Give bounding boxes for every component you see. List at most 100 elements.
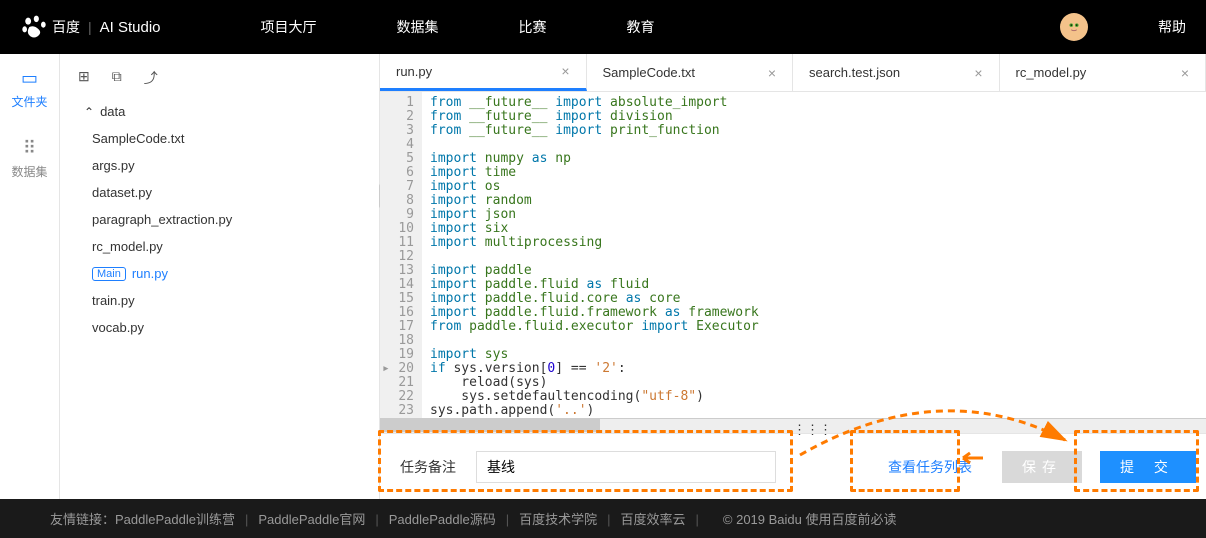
line-number: 4 [380, 138, 414, 152]
rail-files[interactable]: ▭ 文件夹 [0, 54, 59, 124]
footer-link[interactable]: PaddlePaddle源码 [389, 512, 496, 527]
tab-label: rc_model.py [1016, 65, 1087, 80]
line-number: 21 [380, 376, 414, 390]
editor-area: ◀ run.py×SampleCode.txt×search.test.json… [380, 54, 1206, 499]
close-icon[interactable]: × [561, 63, 569, 79]
baidu-paw-icon [20, 13, 48, 41]
line-number: 10 [380, 222, 414, 236]
footer-link[interactable]: 百度效率云 [621, 512, 686, 527]
nav-item[interactable]: 项目大厅 [261, 17, 317, 37]
logo-studio: AI Studio [100, 19, 161, 36]
tree-file[interactable]: train.py [70, 287, 369, 314]
code-line: sys.path.append('..') [430, 404, 1198, 418]
line-number: 3 [380, 124, 414, 138]
line-number: 16 [380, 306, 414, 320]
file-name: dataset.py [92, 185, 152, 200]
logo[interactable]: 百度|AI Studio [20, 13, 161, 41]
code-line: sys.setdefaultencoding("utf-8") [430, 390, 1198, 404]
editor-tab[interactable]: run.py× [380, 54, 587, 91]
line-number: 15 [380, 292, 414, 306]
tree-file[interactable]: dataset.py [70, 179, 369, 206]
code-line: import json [430, 208, 1198, 222]
close-icon[interactable]: × [768, 65, 776, 81]
nav-item[interactable]: 数据集 [397, 17, 439, 37]
code-line [430, 250, 1198, 264]
code-line: from __future__ import print_function [430, 124, 1198, 138]
logo-text: 百度 [52, 17, 80, 37]
tree-folder[interactable]: ⌃ data [70, 98, 369, 125]
avatar[interactable] [1060, 13, 1088, 41]
new-file-icon[interactable]: ⊞ [78, 68, 90, 88]
footer-link[interactable]: 百度技术学院 [519, 512, 597, 527]
code-line: reload(sys) [430, 376, 1198, 390]
code-line: import paddle.fluid.framework as framewo… [430, 306, 1198, 320]
tree-file[interactable]: vocab.py [70, 314, 369, 341]
footer-link[interactable]: PaddlePaddle官网 [258, 512, 365, 527]
hscroll-track[interactable]: ⋮⋮⋮ [380, 418, 1206, 433]
close-icon[interactable]: × [974, 65, 982, 81]
code-line: import paddle [430, 264, 1198, 278]
footer-copyright: © 2019 Baidu 使用百度前必读 [723, 509, 897, 528]
nav-item[interactable]: 比赛 [519, 17, 547, 37]
code-line [430, 138, 1198, 152]
hscroll-thumb[interactable] [380, 419, 600, 432]
rail-datasets[interactable]: ⠿ 数据集 [0, 124, 59, 194]
line-number: 18 [380, 334, 414, 348]
line-number: 19 [380, 348, 414, 362]
folder-icon: ▭ [21, 68, 38, 89]
code-line: import six [430, 222, 1198, 236]
code-line: import numpy as np [430, 152, 1198, 166]
editor-tab[interactable]: SampleCode.txt × [587, 54, 794, 91]
tab-label: search.test.json [809, 65, 900, 80]
bottom-pane: 任务备注 查看任务列表 保存 提 交 [380, 433, 1206, 499]
line-number: 23 [380, 404, 414, 418]
code-line: import sys [430, 348, 1198, 362]
editor-tab[interactable]: rc_model.py × [1000, 54, 1206, 91]
code-line: import paddle.fluid as fluid [430, 278, 1198, 292]
code-line: import random [430, 194, 1198, 208]
file-tree: ⌃ data SampleCode.txt args.py dataset.py pa… [60, 98, 379, 341]
line-number: 20▸ [380, 362, 414, 376]
task-note-input[interactable] [476, 451, 776, 483]
line-number: 9 [380, 208, 414, 222]
code-line [430, 334, 1198, 348]
help-link[interactable]: 帮助 [1158, 17, 1186, 37]
left-rail: ▭ 文件夹 ⠿ 数据集 [0, 54, 60, 499]
code-line: from __future__ import absolute_import [430, 96, 1198, 110]
view-task-list-link[interactable]: 查看任务列表 [888, 457, 972, 477]
file-name: rc_model.py [92, 239, 163, 254]
footer-link[interactable]: PaddlePaddle训练营 [115, 512, 235, 527]
code-line: if sys.version[0] == '2': [430, 362, 1198, 376]
save-button[interactable]: 保存 [1002, 451, 1082, 483]
footer: 友情链接： PaddlePaddle训练营|PaddlePaddle官网|Pad… [0, 499, 1206, 538]
code-line: from paddle.fluid.executor import Execut… [430, 320, 1198, 334]
line-number: 13 [380, 264, 414, 278]
code-view[interactable]: 1234567891011121314151617181920▸21222324… [380, 92, 1206, 418]
line-number: 11 [380, 236, 414, 250]
close-icon[interactable]: × [1181, 65, 1189, 81]
tree-file[interactable]: SampleCode.txt [70, 125, 369, 152]
file-name: SampleCode.txt [92, 131, 185, 146]
tree-file[interactable]: rc_model.py [70, 233, 369, 260]
line-number: 7 [380, 180, 414, 194]
code-line: import os [430, 180, 1198, 194]
nav-item[interactable]: 教育 [627, 17, 655, 37]
new-folder-icon[interactable]: ⧉ [112, 68, 122, 88]
file-panel: ⊞ ⧉ ⤴ ⌃ data SampleCode.txt args.py datase… [60, 54, 380, 499]
editor-tab[interactable]: search.test.json × [793, 54, 1000, 91]
file-toolbar: ⊞ ⧉ ⤴ [60, 62, 379, 98]
submit-button[interactable]: 提 交 [1100, 451, 1196, 483]
upload-icon[interactable]: ⤴ [144, 68, 158, 88]
line-number: 17 [380, 320, 414, 334]
folder-name: data [100, 104, 125, 119]
line-gutter: 1234567891011121314151617181920▸21222324 [380, 92, 422, 418]
tree-file[interactable]: Mainrun.py [70, 260, 369, 287]
tab-label: SampleCode.txt [603, 65, 696, 80]
code-line: from __future__ import division [430, 110, 1198, 124]
code-line: import paddle.fluid.core as core [430, 292, 1198, 306]
code-body[interactable]: from __future__ import absolute_importfr… [422, 92, 1206, 418]
tree-file[interactable]: args.py [70, 152, 369, 179]
file-name: train.py [92, 293, 135, 308]
tree-file[interactable]: paragraph_extraction.py [70, 206, 369, 233]
top-nav: 项目大厅 数据集 比赛 教育 [261, 17, 735, 37]
